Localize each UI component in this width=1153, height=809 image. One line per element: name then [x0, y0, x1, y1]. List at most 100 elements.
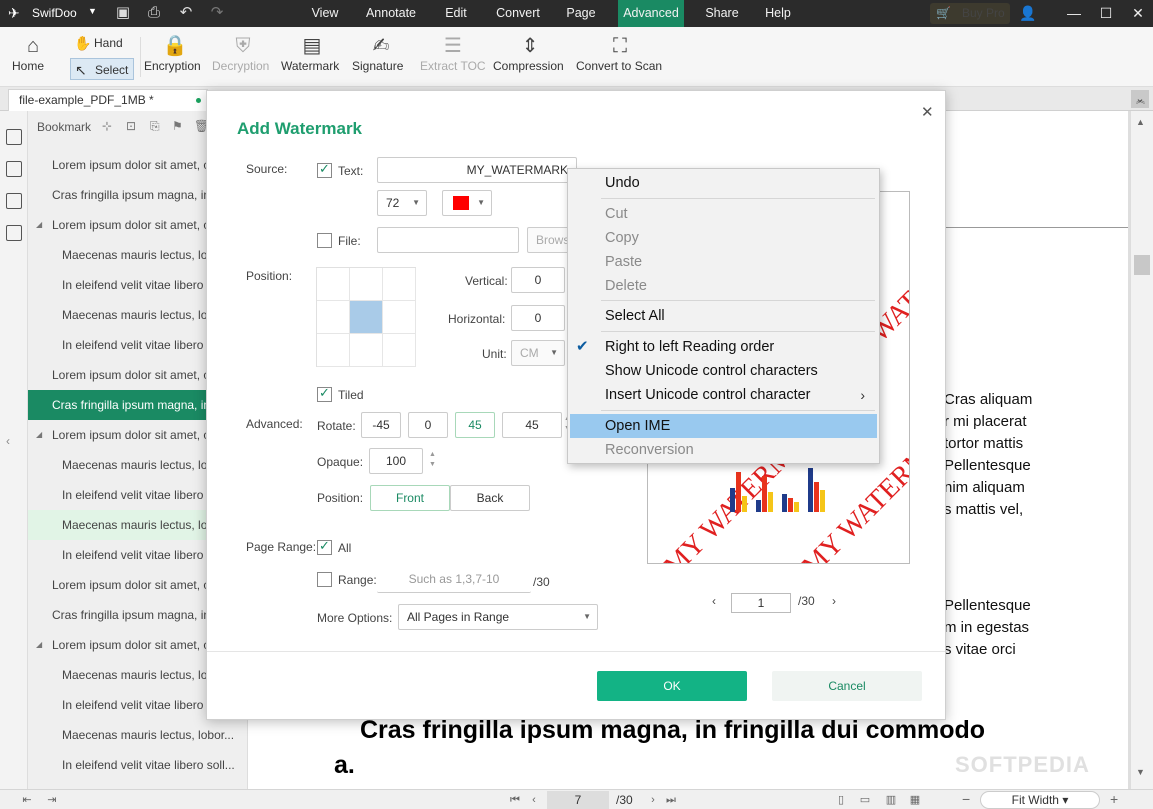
undo-icon[interactable]: ↶	[175, 3, 197, 23]
decryption-button[interactable]: ⛨ Decryption	[212, 33, 274, 83]
ctx-undo[interactable]: Undo	[570, 171, 877, 195]
preview-next-icon[interactable]: ›	[832, 594, 836, 608]
ok-button[interactable]: OK	[597, 671, 747, 701]
position-cell-bottom-right[interactable]	[383, 334, 416, 367]
position-cell-middle-left[interactable]	[317, 301, 350, 334]
horizontal-offset-input[interactable]: 0	[511, 305, 565, 331]
compression-button[interactable]: ⇕ Compression	[493, 33, 567, 83]
prev-page-icon[interactable]: ‹	[527, 793, 541, 807]
scroll-up-top-icon[interactable]: ︽	[1136, 93, 1145, 106]
scroll-up-icon[interactable]: ▲	[1136, 117, 1145, 127]
collapse-all-icon[interactable]: ⊡	[126, 119, 140, 133]
position-cell-middle-center[interactable]	[350, 301, 383, 334]
select-tool-button[interactable]: ↖ Select	[70, 58, 134, 80]
close-window-icon[interactable]: ✕	[1122, 0, 1153, 27]
signature-button[interactable]: ✍ Signature	[352, 33, 410, 83]
annotation-panel-icon[interactable]	[6, 193, 22, 209]
file-checkbox[interactable]	[317, 233, 332, 248]
position-cell-top-center[interactable]	[350, 268, 383, 301]
ctx-rtl-reading-order[interactable]: ✔ Right to left Reading order	[570, 335, 877, 359]
back-button[interactable]: Back	[450, 485, 530, 511]
next-page-icon[interactable]: ›	[646, 793, 660, 807]
position-cell-middle-right[interactable]	[383, 301, 416, 334]
range-input[interactable]: Such as 1,3,7-10	[377, 567, 531, 593]
sidebar-toggle-icon[interactable]: ⇤	[20, 793, 34, 807]
convert-to-scan-button[interactable]: ⛶ Convert to Scan	[576, 33, 664, 83]
color-picker[interactable]: ▼	[442, 190, 492, 216]
extract-toc-button[interactable]: ☰ Extract TOC	[420, 33, 486, 83]
single-page-icon[interactable]: ▯	[834, 793, 848, 807]
opaque-spin-up-icon[interactable]: ▲	[429, 451, 437, 459]
position-cell-top-left[interactable]	[317, 268, 350, 301]
minimize-icon[interactable]: —	[1058, 0, 1090, 27]
preview-prev-icon[interactable]: ‹	[712, 594, 716, 608]
bookmark-flag-icon[interactable]: ⚑	[172, 119, 186, 133]
ctx-select-all[interactable]: Select All	[570, 304, 877, 328]
ctx-open-ime[interactable]: Open IME	[570, 414, 877, 438]
sidebar-bookmark-item[interactable]: In eleifend velit vitae libero soll...	[28, 750, 248, 780]
ctx-paste[interactable]: Paste	[570, 250, 877, 274]
ctx-delete[interactable]: Delete	[570, 274, 877, 298]
redo-icon[interactable]: ↷	[206, 3, 228, 23]
rotate-0-option[interactable]: 0	[408, 412, 448, 438]
two-page-icon[interactable]: ▥	[884, 793, 898, 807]
menu-page[interactable]: Page	[562, 0, 600, 27]
maximize-icon[interactable]: ☐	[1090, 0, 1122, 27]
dialog-close-icon[interactable]: ✕	[921, 103, 934, 121]
menu-convert[interactable]: Convert	[490, 0, 546, 27]
encryption-button[interactable]: 🔒 Encryption	[144, 33, 206, 83]
first-page-icon[interactable]: ⏮	[508, 793, 522, 807]
document-tab[interactable]: file-example_PDF_1MB *	[8, 89, 208, 111]
unit-select[interactable]: CM ▼	[511, 340, 565, 366]
app-menu-chevron-icon[interactable]: ▼	[88, 6, 97, 16]
save-icon[interactable]: ▣	[112, 3, 134, 23]
zoom-in-icon[interactable]: +	[1110, 791, 1118, 807]
watermark-button[interactable]: ▤ Watermark	[281, 33, 343, 83]
current-page-input[interactable]: 7	[547, 791, 609, 809]
vertical-offset-input[interactable]: 0	[511, 267, 565, 293]
thumbnail-panel-icon[interactable]	[6, 161, 22, 177]
grid-view-icon[interactable]: ▦	[908, 793, 922, 807]
sidebar-bookmark-item[interactable]: Maecenas mauris lectus, lobor...	[28, 720, 248, 750]
tiled-checkbox[interactable]	[317, 385, 332, 402]
collapse-chevron-icon[interactable]: ‹	[6, 434, 20, 458]
menu-view[interactable]: View	[305, 0, 345, 27]
preview-page-input[interactable]: 1	[731, 593, 791, 613]
file-path-input[interactable]	[377, 227, 519, 253]
ctx-cut[interactable]: Cut	[570, 202, 877, 226]
home-button[interactable]: ⌂ Home	[12, 33, 54, 83]
attachment-panel-icon[interactable]	[6, 225, 22, 241]
more-options-select[interactable]: All Pages in Range ▼	[398, 604, 598, 630]
expand-triangle-icon[interactable]: ◢	[36, 420, 42, 450]
opaque-spin-down-icon[interactable]: ▼	[429, 461, 437, 469]
position-cell-bottom-center[interactable]	[350, 334, 383, 367]
position-cell-top-right[interactable]	[383, 268, 416, 301]
ctx-reconversion[interactable]: Reconversion	[570, 438, 877, 462]
hand-tool-button[interactable]: ✋ Hand	[70, 32, 134, 54]
front-button[interactable]: Front	[370, 485, 450, 511]
bookmark-panel-icon[interactable]	[6, 129, 22, 145]
expand-all-icon[interactable]: ⊹	[102, 119, 116, 133]
rotate-minus45-option[interactable]: -45	[361, 412, 401, 438]
ctx-copy[interactable]: Copy	[570, 226, 877, 250]
font-size-select[interactable]: 72 ▼	[377, 190, 427, 216]
menu-edit[interactable]: Edit	[438, 0, 474, 27]
print-icon[interactable]: ⎙	[143, 3, 165, 23]
continuous-page-icon[interactable]: ▭	[858, 793, 872, 807]
expand-triangle-icon[interactable]: ◢	[36, 630, 42, 660]
opaque-input[interactable]: 100	[369, 448, 423, 474]
zoom-select[interactable]: Fit Width ▾	[980, 791, 1100, 809]
last-page-icon[interactable]: ⏭	[664, 793, 678, 807]
menu-advanced[interactable]: Advanced	[618, 0, 684, 27]
expand-triangle-icon[interactable]: ◢	[36, 210, 42, 240]
text-checkbox[interactable]	[317, 161, 332, 178]
buy-pro-button[interactable]: 🛒 Buy Pro	[930, 3, 1010, 24]
range-checkbox[interactable]	[317, 572, 332, 587]
scroll-down-icon[interactable]: ▼	[1136, 767, 1145, 777]
ctx-insert-unicode[interactable]: Insert Unicode control character ›	[570, 383, 877, 407]
ctx-show-unicode[interactable]: Show Unicode control characters	[570, 359, 877, 383]
menu-annotate[interactable]: Annotate	[360, 0, 422, 27]
menu-help[interactable]: Help	[760, 0, 796, 27]
vertical-scrollbar[interactable]: ︽ ▲ ▼	[1130, 95, 1153, 789]
watermark-text-input[interactable]: MY_WATERMARK	[377, 157, 577, 183]
